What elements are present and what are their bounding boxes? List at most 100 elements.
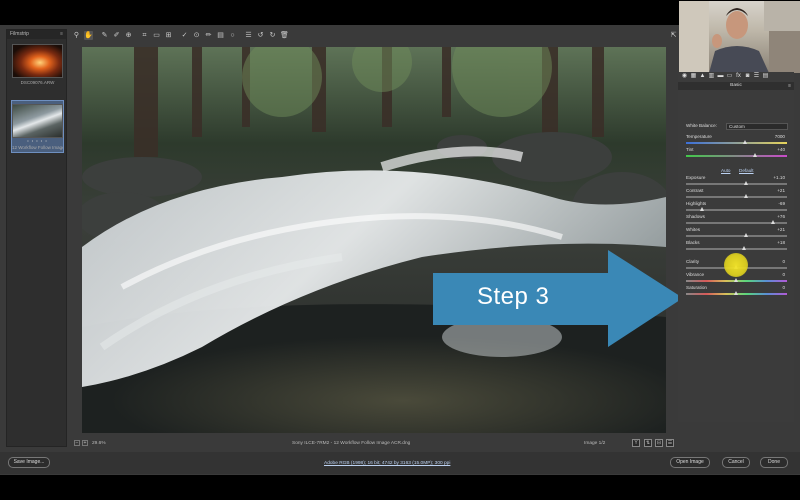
slider-value[interactable]: 0 [782, 285, 785, 290]
filmstrip-item-2[interactable]: • • • • • 12 Workflow Follow Image ACR.d… [11, 100, 64, 153]
cursor-highlight [724, 253, 748, 277]
tone-curve-tab-icon[interactable]: ▦ [690, 73, 697, 80]
slider-track[interactable] [686, 155, 787, 157]
white-balance-value: Custom [729, 124, 745, 129]
radial-filter-icon[interactable]: ○ [228, 31, 237, 40]
slider-value[interactable]: +21 [777, 188, 785, 193]
fullscreen-icon[interactable]: ⇱ [669, 31, 678, 40]
snapshots-tab-icon[interactable]: ▤ [762, 73, 769, 80]
slider-handle[interactable] [744, 194, 749, 198]
crop-icon[interactable]: ⌗ [140, 31, 149, 40]
presets-tab-icon[interactable]: ☰ [753, 73, 760, 80]
color-sampler-icon[interactable]: ✐ [112, 31, 121, 40]
slider-temperature[interactable]: Temperature 7000 [686, 134, 789, 146]
slider-label: Clarity [686, 259, 700, 264]
cancel-button[interactable]: Cancel [722, 457, 750, 468]
slider-handle[interactable] [742, 246, 747, 250]
slider-value[interactable]: 0 [782, 272, 785, 277]
slider-handle[interactable] [743, 140, 748, 144]
compare-icon[interactable]: ⊟ [655, 439, 663, 447]
slider-blacks[interactable]: Blacks +18 [686, 240, 789, 252]
slider-label: Contrast [686, 188, 704, 193]
filmstrip-menu-icon[interactable]: ≡ [60, 30, 63, 39]
slider-value[interactable]: +21 [777, 227, 785, 232]
straighten-icon[interactable]: ▭ [152, 31, 161, 40]
before-after-y-button[interactable]: Y [632, 439, 640, 447]
settings-menu-icon[interactable]: ☰ [666, 439, 674, 447]
hand-icon[interactable]: ✋ [84, 31, 93, 40]
lens-tab-icon[interactable]: ▭ [726, 73, 733, 80]
zoom-level[interactable]: 29.6% [92, 441, 106, 446]
targeted-adjust-icon[interactable]: ⊕ [124, 31, 133, 40]
auto-link[interactable]: Auto [721, 168, 730, 173]
camera-calibration-tab-icon[interactable]: ◙ [744, 73, 751, 80]
basic-tab-icon[interactable]: ◉ [681, 73, 688, 80]
slider-whites[interactable]: Whites +21 [686, 227, 789, 239]
transform-icon[interactable]: ⊞ [164, 31, 173, 40]
rating-stars[interactable]: • • • • • [12, 138, 63, 143]
slider-handle[interactable] [771, 220, 776, 224]
slider-shadows[interactable]: Shadows +76 [686, 214, 789, 226]
slider-handle[interactable] [744, 233, 749, 237]
slider-value[interactable]: +76 [777, 214, 785, 219]
slider-tint[interactable]: Tint +40 [686, 147, 789, 159]
slider-exposure[interactable]: Exposure +1.10 [686, 175, 789, 187]
trash-icon[interactable]: 🗑 [280, 31, 289, 40]
slider-label: Vibrance [686, 272, 705, 277]
detail-tab-icon[interactable]: ▲ [699, 73, 706, 80]
slider-value[interactable]: +40 [777, 147, 785, 152]
slider-highlights[interactable]: Highlights -69 [686, 201, 789, 213]
slider-value[interactable]: -69 [778, 201, 785, 206]
toolbar: ⚲ ✋ ✎ ✐ ⊕ ⌗ ▭ ⊞ ✓ ⊙ ✏ ▤ ○ ☰ ↺ ↻ 🗑 ⇱ [72, 31, 678, 41]
red-eye-icon[interactable]: ⊙ [192, 31, 201, 40]
slider-track[interactable] [686, 183, 787, 185]
zoom-out-button[interactable]: − [74, 440, 80, 446]
slider-value[interactable]: 0 [782, 259, 785, 264]
file-info: Sony ILCE-7RM2 - 12 Workflow Follow Imag… [292, 441, 411, 446]
slider-value[interactable]: +1.10 [773, 175, 785, 180]
preferences-icon[interactable]: ☰ [244, 31, 253, 40]
slider-label: Shadows [686, 214, 705, 219]
slider-track[interactable] [686, 142, 787, 144]
before-after-toggle-icon[interactable]: ⇅ [644, 439, 652, 447]
slider-value[interactable]: +18 [777, 240, 785, 245]
split-toning-tab-icon[interactable]: ▬ [717, 73, 724, 80]
slider-value[interactable]: 7000 [775, 134, 785, 139]
open-image-button[interactable]: Open Image [670, 457, 710, 468]
slider-track[interactable] [686, 235, 787, 237]
image-preview[interactable] [82, 47, 666, 433]
default-link[interactable]: Default [739, 168, 754, 173]
slider-saturation[interactable]: Saturation 0 [686, 285, 789, 297]
slider-handle[interactable] [734, 291, 738, 295]
panel-tabs: ◉ ▦ ▲ ▥ ▬ ▭ fx ◙ ☰ ▤ [678, 72, 794, 81]
hsl-tab-icon[interactable]: ▥ [708, 73, 715, 80]
fx-tab-icon[interactable]: fx [735, 73, 742, 80]
slider-handle[interactable] [744, 181, 749, 185]
zoom-in-button[interactable]: + [82, 440, 88, 446]
white-balance-icon[interactable]: ✎ [100, 31, 109, 40]
slider-track[interactable] [686, 196, 787, 198]
slider-handle[interactable] [699, 207, 704, 211]
filmstrip-item-1[interactable]: DSC09076.ARW [11, 44, 64, 85]
save-image-button[interactable]: Save Image... [8, 457, 50, 468]
panel-menu-icon[interactable]: ≡ [788, 82, 791, 90]
spot-removal-icon[interactable]: ✓ [180, 31, 189, 40]
step-arrow [433, 250, 683, 347]
zoom-icon[interactable]: ⚲ [72, 31, 81, 40]
workflow-options-link[interactable]: Adobe RGB (1998); 16 bit; 4742 by 3163 (… [324, 461, 450, 466]
slider-contrast[interactable]: Contrast +21 [686, 188, 789, 200]
graduated-filter-icon[interactable]: ▤ [216, 31, 225, 40]
slider-label: Exposure [686, 175, 706, 180]
slider-handle[interactable] [753, 153, 758, 157]
filmstrip-title: Filmstrip [10, 31, 29, 37]
rotate-cw-icon[interactable]: ↻ [268, 31, 277, 40]
rotate-ccw-icon[interactable]: ↺ [256, 31, 265, 40]
done-button[interactable]: Done [760, 457, 788, 468]
slider-label: Tint [686, 147, 694, 152]
arrow-shape [433, 250, 683, 347]
white-balance-select[interactable]: Custom [726, 123, 788, 130]
slider-track[interactable] [686, 248, 787, 250]
adjustment-brush-icon[interactable]: ✏ [204, 31, 213, 40]
slider-handle[interactable] [734, 278, 738, 282]
slider-label: Highlights [686, 201, 707, 206]
